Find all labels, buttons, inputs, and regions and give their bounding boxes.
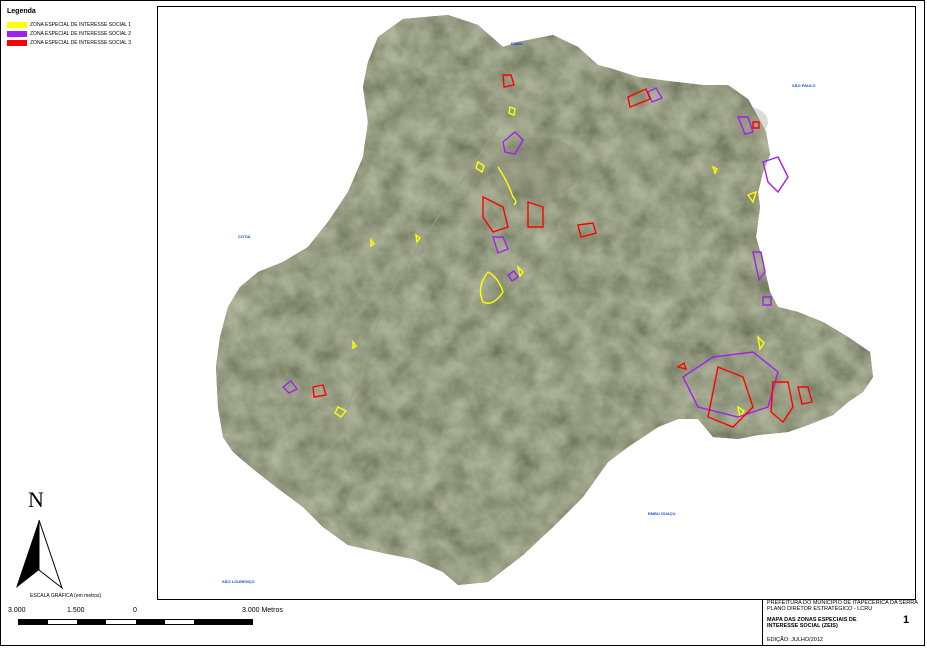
place-label-cotia: COTIA [238, 234, 251, 239]
place-label-embu-guacu: EMBU GUAÇU [648, 511, 676, 516]
title-block: PREFEITURA DO MUNICÍPIO DE ITAPECERICA D… [767, 600, 918, 643]
legend-item-zeis2: ZONA ESPECIAL DE INTERESSE SOCIAL 2 [7, 30, 157, 38]
legend-swatch-zeis1 [7, 22, 27, 28]
legend-title: Legenda [7, 8, 36, 15]
scale-tick-2: 1.500 [67, 607, 85, 614]
map-title-2: INTERESSE SOCIAL (ZEIS) [767, 623, 838, 629]
urban-area-east [728, 107, 768, 137]
scale-bar [18, 619, 253, 625]
edition: EDIÇÃO: JULHO/2012 [767, 637, 823, 643]
title-block-divider [762, 600, 763, 646]
map-frame[interactable]: EMBU SÃO PAULO COTIA EMBU GUAÇU SÃO LOUR… [157, 6, 916, 600]
legend-swatch-zeis3 [7, 40, 27, 46]
place-label-sao-paulo: SÃO PAULO [792, 83, 816, 88]
sheet-number: 1 [903, 614, 910, 626]
legend: Legenda ZONA ESPECIAL DE INTERESSE SOCIA… [7, 8, 157, 48]
scale-title: ESCALA GRÁFICA (em metros) [30, 593, 102, 599]
legend-label-zeis1: ZONA ESPECIAL DE INTERESSE SOCIAL 1 [30, 22, 132, 28]
legend-item-zeis3: ZONA ESPECIAL DE INTERESSE SOCIAL 3 [7, 39, 157, 47]
map-svg[interactable] [158, 7, 915, 599]
legend-label-zeis3: ZONA ESPECIAL DE INTERESSE SOCIAL 3 [30, 40, 132, 46]
place-label-embu: EMBU [511, 41, 523, 46]
legend-label-zeis2: ZONA ESPECIAL DE INTERESSE SOCIAL 2 [30, 31, 132, 37]
legend-swatch-zeis2 [7, 31, 27, 37]
scale-tick-1: 3.000 [8, 607, 26, 614]
urban-area [493, 137, 583, 197]
terrain-texture [216, 15, 873, 585]
place-label-sao-lourenco: SÃO LOURENÇO [222, 579, 255, 584]
scale-tick-4: 3.000 Metros [242, 607, 283, 614]
title-line-2: PLANO DIRETOR ESTRATÉGICO - LCRU [767, 606, 873, 612]
legend-item-zeis1: ZONA ESPECIAL DE INTERESSE SOCIAL 1 [7, 21, 157, 29]
scale-tick-3: 0 [133, 607, 137, 614]
north-arrow-icon [16, 519, 64, 590]
